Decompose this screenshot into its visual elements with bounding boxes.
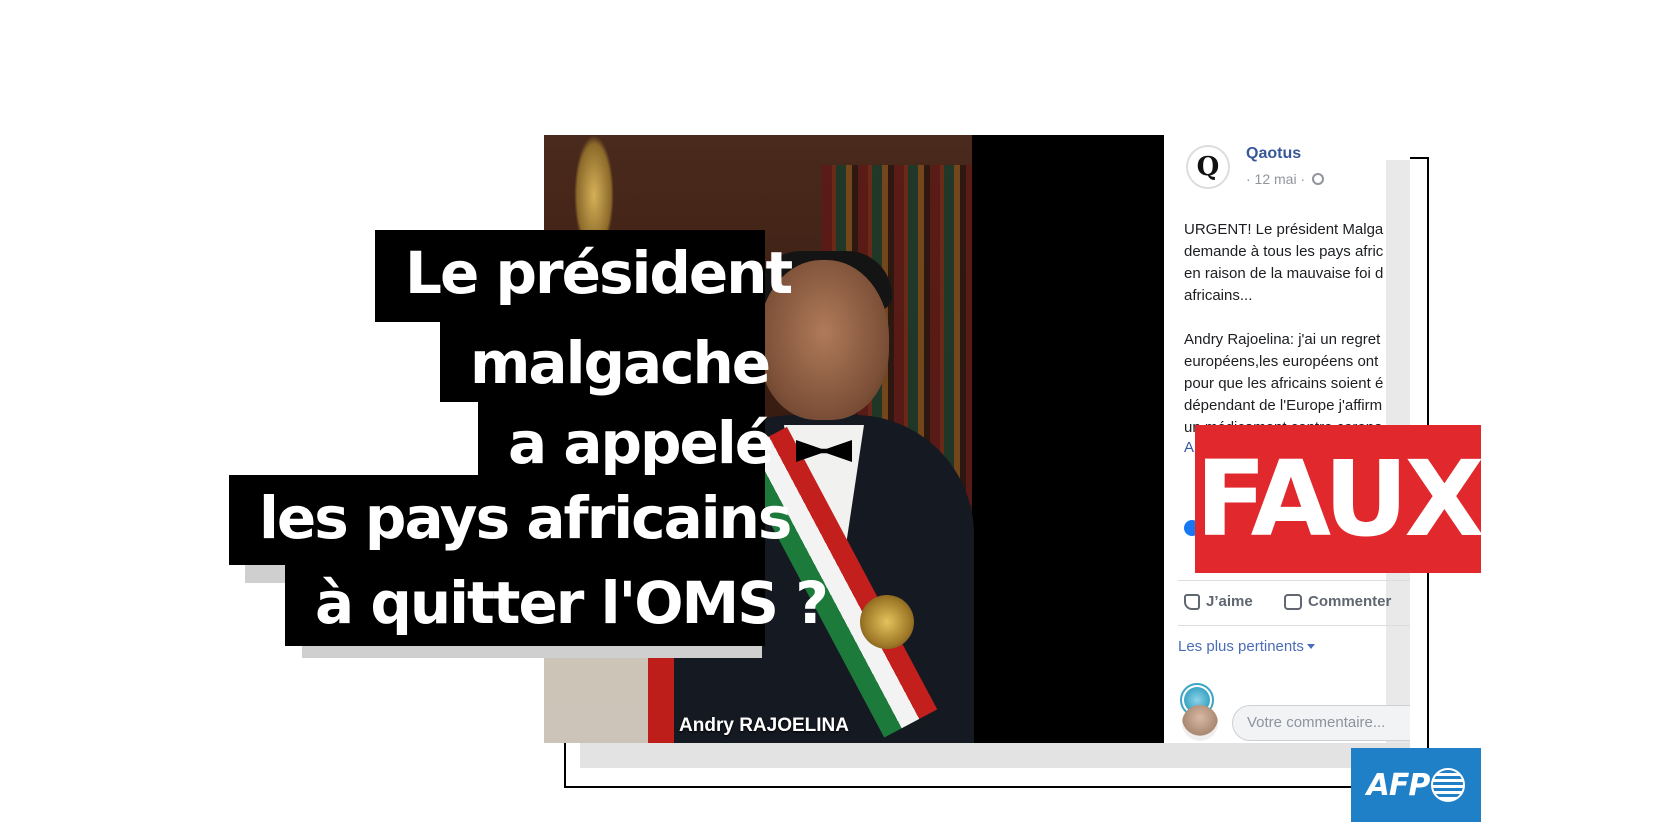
sort-comments-dropdown[interactable]: Les plus pertinents (1178, 638, 1315, 655)
headline-text: Le président (405, 239, 793, 307)
caret-down-icon (1306, 644, 1315, 649)
like-label: J’aime (1206, 593, 1253, 610)
post-date: · 12 mai · (1246, 171, 1306, 187)
sort-label: Les plus pertinents (1178, 638, 1304, 655)
globe-logo-icon (1431, 768, 1466, 802)
thumbs-up-icon (1184, 593, 1200, 610)
verdict-badge: FAUX (1195, 425, 1485, 573)
post-text-line: en raison de la mauvaise foi d (1184, 265, 1384, 282)
comment-label: Commenter (1308, 593, 1392, 610)
headline-text: a appelé (508, 409, 774, 477)
post-text-line: URGENT! Le président Malga (1184, 221, 1384, 238)
post-text: URGENT! Le président Malga demande à tou… (1184, 219, 1410, 439)
headline-line-5: à quitter l'OMS ? (285, 560, 829, 646)
headline-text: malgache (470, 329, 771, 397)
user-avatar (1182, 705, 1218, 741)
headline-line-4: les pays africains (229, 475, 792, 565)
headline-line-3: a appelé (478, 400, 774, 480)
post-text-line: Andry Rajoelina: j'ai un regret (1184, 331, 1381, 348)
divider (1178, 625, 1410, 626)
comment-input[interactable]: Votre commentaire... (1232, 705, 1410, 741)
afp-logo-text: AFP (1366, 767, 1431, 803)
headline-text: à quitter l'OMS ? (315, 569, 829, 637)
medal (860, 595, 914, 649)
post-text-line: pour que les africains soient é (1184, 375, 1384, 392)
afp-logo: AFP (1351, 748, 1481, 822)
post-text-line: européens,les européens ont (1184, 353, 1379, 370)
like-button[interactable]: J’aime (1184, 593, 1253, 610)
comment-button[interactable]: Commenter (1284, 593, 1391, 610)
page-name-link[interactable]: Qaotus (1246, 145, 1301, 163)
globe-icon (1312, 173, 1325, 185)
headline-line-1: Le président (375, 230, 793, 322)
post-meta: · 12 mai · (1246, 171, 1325, 187)
post-text-line: dépendant de l'Europe j'affirm (1184, 397, 1383, 414)
frame-bottom-bar (580, 740, 1410, 768)
see-more-link[interactable]: A (1184, 439, 1194, 456)
comment-icon (1284, 593, 1302, 610)
headline-line-2: malgache (440, 320, 771, 402)
post-text-line: africains... (1184, 287, 1253, 304)
post-text-line: demande à tous les pays afric (1184, 243, 1384, 260)
page-avatar[interactable]: Q (1186, 145, 1230, 189)
headline-text: les pays africains (259, 484, 792, 552)
photo-caption: Andry RAJOELINA (679, 715, 849, 736)
divider (1178, 580, 1410, 581)
